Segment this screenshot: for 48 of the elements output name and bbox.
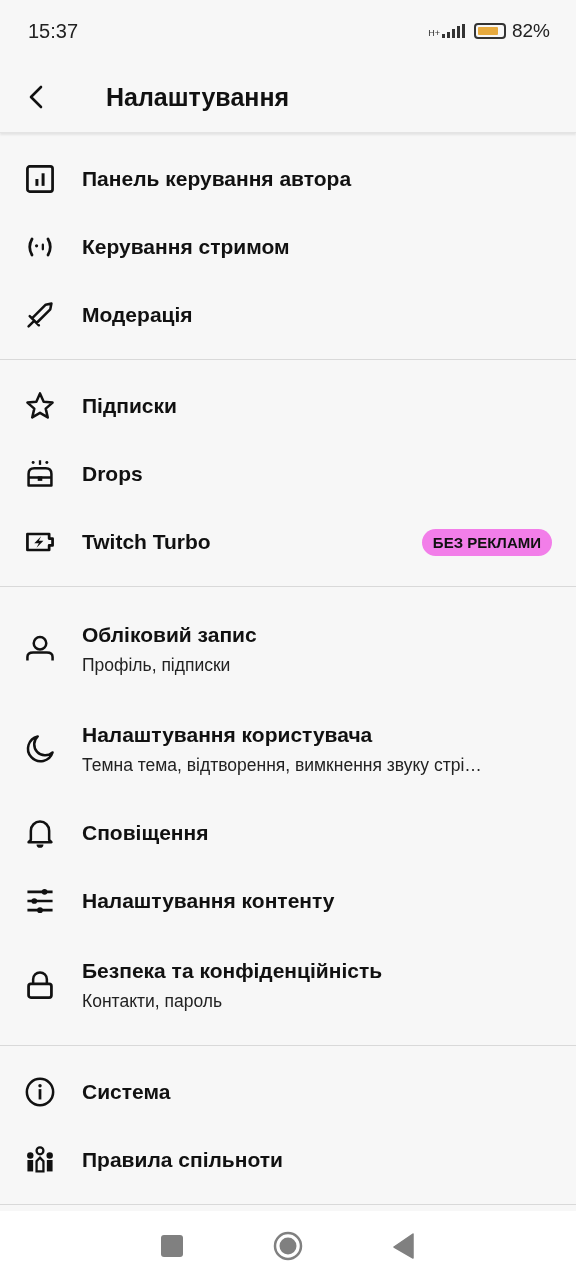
item-title: Обліковий запис	[82, 622, 258, 647]
moon-icon	[24, 733, 56, 765]
people-icon	[24, 1144, 56, 1176]
item-title: Правила спільноти	[82, 1148, 284, 1172]
item-subtitle: Темна тема, відтворення, вимкнення звуку стрі…	[82, 754, 483, 776]
item-title: Twitch Turbo	[82, 530, 212, 554]
battery-icon	[473, 23, 506, 39]
chest-icon	[24, 458, 56, 490]
settings-item[interactable]: Модерація	[0, 281, 576, 349]
battery-percent: 82%	[511, 20, 550, 42]
sword-icon	[24, 299, 56, 331]
item-title: Сповіщення	[82, 821, 210, 845]
back-nav-button[interactable]	[393, 1232, 415, 1259]
settings-item[interactable]: Керування стримом	[0, 213, 576, 281]
item-title: Модерація	[82, 303, 194, 327]
settings-item[interactable]: Twitch Turbo БЕЗ РЕКЛАМИ	[0, 508, 576, 576]
signal-icon	[441, 24, 466, 38]
settings-item[interactable]: Обліковий запис Профіль, підписки	[0, 599, 576, 699]
item-subtitle: Контакти, пароль	[82, 990, 224, 1012]
item-title: Безпека та конфіденційність	[82, 958, 384, 983]
item-title: Налаштування контенту	[82, 889, 336, 913]
home-button[interactable]	[273, 1230, 303, 1261]
settings-item[interactable]: Панель керування автора	[0, 145, 576, 213]
bell-icon	[24, 817, 56, 849]
item-subtitle: Профіль, підписки	[82, 654, 232, 676]
lock-icon	[24, 969, 56, 1001]
settings-item[interactable]: Сповіщення	[0, 799, 576, 867]
settings-item[interactable]: Підписки	[0, 372, 576, 440]
settings-item[interactable]: Налаштування контенту	[0, 867, 576, 935]
info-icon	[24, 1076, 56, 1108]
ad-free-badge: БЕЗ РЕКЛАМИ	[421, 528, 552, 556]
item-title: Система	[82, 1080, 172, 1104]
settings-item[interactable]: Drops	[0, 440, 576, 508]
item-title: Drops	[82, 462, 144, 486]
item-title: Керування стримом	[82, 235, 291, 259]
chart-icon	[24, 163, 56, 195]
item-title: Налаштування користувача	[82, 722, 374, 747]
item-title: Панель керування автора	[82, 167, 353, 191]
settings-item[interactable]: Безпека та конфіденційність Контакти, пароль	[0, 935, 576, 1035]
settings-item[interactable]: Система	[0, 1058, 576, 1126]
star-icon	[24, 390, 56, 422]
settings-item[interactable]: Правила спільноти	[0, 1126, 576, 1194]
page-title: Налаштування	[106, 82, 290, 112]
status-time: 15:37	[28, 19, 80, 43]
network-type: H+	[428, 28, 440, 38]
recents-button[interactable]	[161, 1234, 183, 1257]
settings-item[interactable]: Налаштування користувача Темна тема, відтворення, вимкнення звуку стрі…	[0, 699, 576, 799]
item-title: Підписки	[82, 394, 178, 418]
